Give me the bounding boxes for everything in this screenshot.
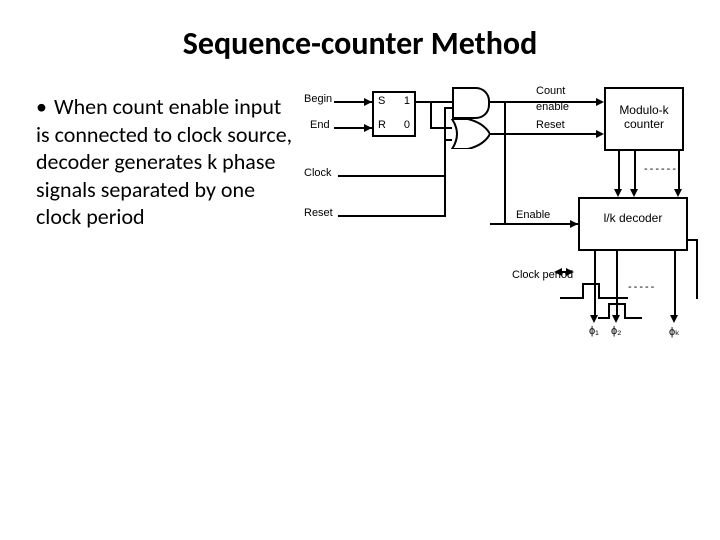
wire [444,107,452,109]
arrowhead-icon [670,315,678,323]
clock-label: Clock [304,167,332,179]
decoder-block: l/k decoder [578,197,688,251]
clock-period-label: Clock period [512,269,552,281]
reset-input-label: Reset [304,207,333,219]
wire [674,251,676,317]
wire [430,101,432,127]
wire [444,139,446,217]
sr-1-label: 1 [404,95,410,107]
arrowhead-icon [554,268,562,276]
phik-label: ϕₖ [669,325,680,338]
wire [688,239,698,241]
wire [444,139,452,141]
begin-label: Begin [304,93,332,105]
sr-s-label: S [378,95,385,107]
wire [416,101,452,103]
phi2-label: ϕ₂ [611,325,621,337]
slide-title: Sequence-counter Method [0,0,720,71]
reset-signal-label: Reset [536,119,565,131]
arrowhead-icon [596,130,604,138]
wire [338,175,444,177]
sr-r-label: R [378,119,386,131]
wire [634,151,636,191]
arrowhead-icon [590,315,598,323]
enable2-label: Enable [516,209,550,221]
arrowhead-icon [596,98,604,106]
wire [678,151,680,191]
wire [490,133,598,135]
arrowhead-icon [630,189,638,197]
dashes: ----- [628,281,656,293]
arrowhead-icon [612,315,620,323]
or-gate-icon [450,119,490,149]
bullet-dot: • [36,93,54,121]
wire [504,101,506,225]
sr-latch-block: S R 1 0 [372,91,416,137]
arrowhead-icon [674,189,682,197]
arrowhead-icon [364,124,372,132]
arrowhead-icon [364,98,372,106]
modulo-k-counter-block: Modulo-k counter [604,87,684,151]
dashes: ------ [644,163,678,175]
bullet-item: •When count enable input is connected to… [36,71,296,411]
bullet-text: When count enable input is connected to … [36,93,292,230]
circuit-diagram: S R 1 0 Begin End Clock Reset [304,71,684,411]
end-label: End [310,119,330,131]
wire [430,127,452,129]
enable-label: enable [536,101,569,113]
wire [618,151,620,191]
wire [338,215,444,217]
count-label: Count [536,85,565,97]
phi1-label: ϕ₁ [589,325,599,337]
wire [616,251,618,317]
wire [696,239,698,299]
sr-0-label: 0 [404,119,410,131]
arrowhead-icon [570,220,578,228]
arrowhead-icon [614,189,622,197]
arrowhead-icon [566,268,574,276]
